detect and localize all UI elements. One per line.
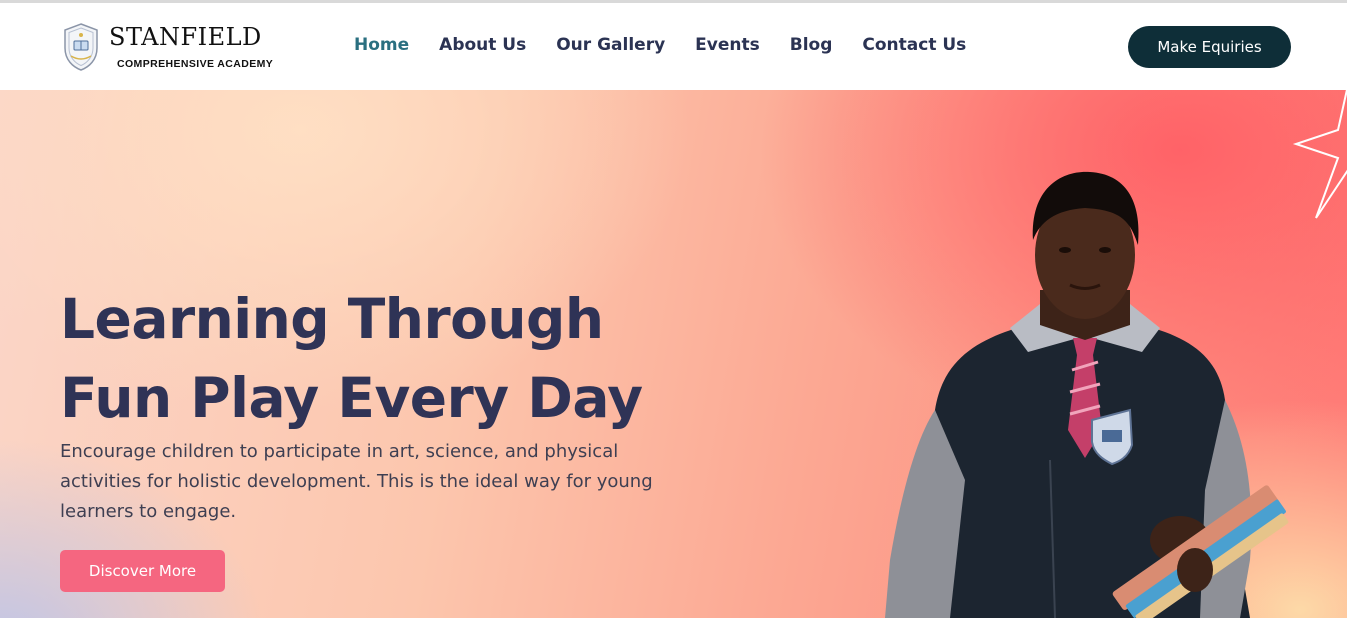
brand-name: STANFIELD bbox=[109, 23, 262, 51]
school-crest-icon bbox=[64, 23, 98, 71]
nav-our-gallery[interactable]: Our Gallery bbox=[556, 35, 665, 55]
discover-more-button[interactable]: Discover More bbox=[60, 550, 225, 592]
make-enquiries-button[interactable]: Make Equiries bbox=[1128, 26, 1291, 68]
hero-section: Learning Through Fun Play Every Day Enco… bbox=[0, 90, 1347, 618]
star-outline-icon bbox=[1292, 90, 1347, 219]
student-image bbox=[885, 171, 1289, 618]
main-nav: Home About Us Our Gallery Events Blog Co… bbox=[354, 35, 966, 55]
brand-subtitle: COMPREHENSIVE ACADEMY bbox=[117, 58, 274, 70]
hero-title-line1: Learning Through bbox=[60, 287, 604, 351]
nav-events[interactable]: Events bbox=[695, 35, 760, 55]
nav-contact-us[interactable]: Contact Us bbox=[862, 35, 966, 55]
nav-home[interactable]: Home bbox=[354, 35, 409, 55]
hero-title: Learning Through Fun Play Every Day bbox=[60, 280, 700, 438]
site-header: STANFIELD COMPREHENSIVE ACADEMY Home Abo… bbox=[0, 3, 1347, 90]
nav-blog[interactable]: Blog bbox=[790, 35, 833, 55]
nav-about-us[interactable]: About Us bbox=[439, 35, 526, 55]
site-logo[interactable]: STANFIELD COMPREHENSIVE ACADEMY bbox=[61, 22, 301, 74]
hero-description: Encourage children to participate in art… bbox=[60, 441, 653, 522]
hero-title-line2: Fun Play Every Day bbox=[60, 366, 643, 430]
